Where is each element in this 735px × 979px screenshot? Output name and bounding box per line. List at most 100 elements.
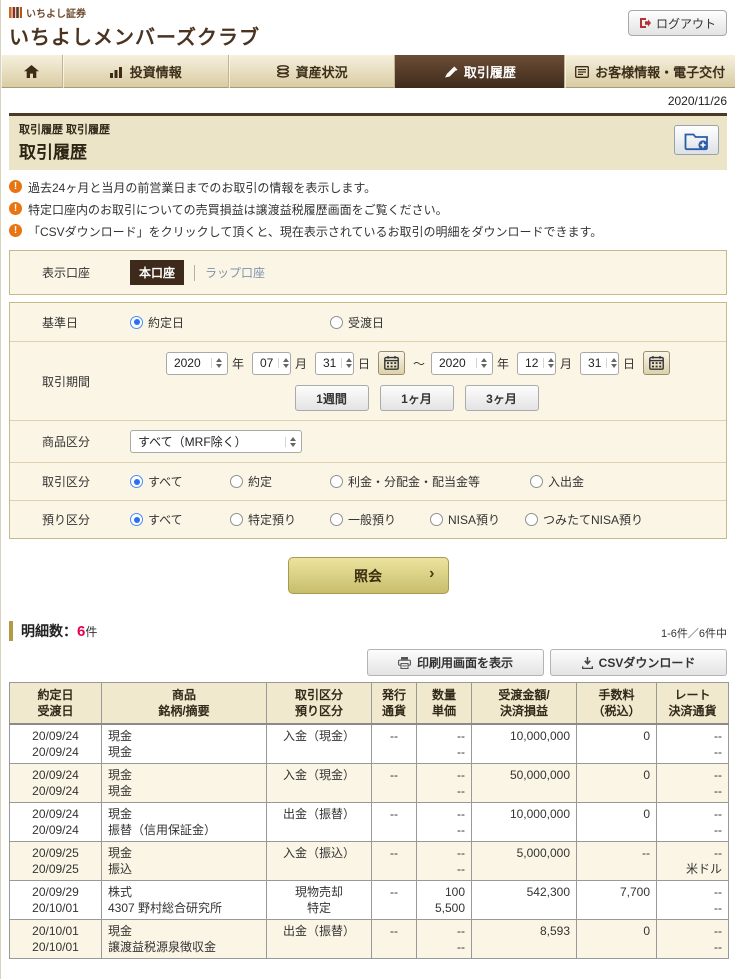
- exclamation-icon: [9, 224, 22, 237]
- table-header-cell: 発行通貨: [372, 683, 417, 725]
- radio-trade-all[interactable]: すべて: [130, 473, 230, 490]
- product-value: すべて（MRF除く）: [138, 433, 247, 450]
- radio-label: 利金・分配金・配当金等: [348, 473, 480, 490]
- table-cell: --米ドル: [657, 842, 729, 881]
- day-unit: 日: [623, 355, 635, 372]
- results-header: 明細数：6件 1-6件／6件中: [9, 621, 727, 641]
- year-unit: 年: [497, 355, 509, 372]
- radio-icon: [230, 513, 243, 526]
- to-year-value: 2020: [439, 356, 466, 370]
- logout-button[interactable]: ログアウト: [628, 10, 727, 36]
- document-card-icon: [575, 66, 589, 78]
- account-row: 表示口座 本口座 ラップ口座: [10, 251, 726, 294]
- product-select[interactable]: すべて（MRF除く）: [130, 430, 302, 453]
- table-cell: --: [372, 920, 417, 959]
- note-text: 過去24ヶ月と当月の前営業日までのお取引の情報を表示します。: [28, 179, 376, 196]
- radio-label: 約定日: [148, 314, 184, 331]
- nav-tab-history[interactable]: 取引履歴: [395, 55, 565, 88]
- exclamation-icon: [9, 202, 22, 215]
- product-label: 商品区分: [42, 433, 130, 450]
- brand-title: いちよしメンバーズクラブ: [9, 21, 727, 50]
- radio-label: 受渡日: [348, 314, 384, 331]
- table-header-cell: 取引区分預り区分: [267, 683, 372, 725]
- csv-download-button[interactable]: CSVダウンロード: [550, 649, 727, 676]
- table-row: 20/09/2420/09/24現金現金入金（現金）------50,000,0…: [10, 764, 729, 803]
- submit-area: 照会: [1, 546, 735, 594]
- to-month-select[interactable]: 12: [517, 352, 556, 375]
- search-submit-button[interactable]: 照会: [288, 557, 449, 594]
- period-1week-button[interactable]: 1週間: [295, 385, 369, 411]
- from-calendar-button[interactable]: [378, 351, 405, 375]
- radio-base-date-ukewatashi[interactable]: 受渡日: [330, 314, 384, 331]
- table-cell: ----: [417, 724, 472, 764]
- table-cell: 現金譲渡益税源泉徴収金: [102, 920, 267, 959]
- title-band: 取引履歴 取引履歴 取引履歴: [9, 113, 727, 170]
- table-cell: ----: [417, 764, 472, 803]
- nav-tab-invest[interactable]: 投資情報: [63, 55, 229, 88]
- divider: [194, 265, 195, 281]
- main-account-tab[interactable]: 本口座: [130, 260, 184, 285]
- nav-tab-assets[interactable]: 資産状況: [229, 55, 396, 88]
- pen-icon: [444, 66, 458, 78]
- table-cell: 7,700: [577, 881, 657, 920]
- nav-tab-home[interactable]: [1, 55, 63, 88]
- print-view-button[interactable]: 印刷用画面を表示: [367, 649, 544, 676]
- to-calendar-button[interactable]: [643, 351, 670, 375]
- detail-count: 明細数：6件: [9, 621, 97, 641]
- table-cell: 1005,500: [417, 881, 472, 920]
- table-cell: 20/10/0120/10/01: [10, 920, 102, 959]
- radio-deposit-all[interactable]: すべて: [130, 511, 230, 528]
- from-day-select[interactable]: 31: [315, 352, 354, 375]
- table-cell: 20/09/2420/09/24: [10, 803, 102, 842]
- table-cell: 出金（振替）: [267, 803, 372, 842]
- radio-icon: [330, 316, 343, 329]
- table-header-cell: 商品銘柄/摘要: [102, 683, 267, 725]
- note-text: 「CSVダウンロード」をクリックして頂くと、現在表示されているお取引の明細をダウ…: [28, 223, 602, 240]
- radio-deposit-tokutei[interactable]: 特定預り: [230, 511, 330, 528]
- printer-icon: [398, 657, 411, 669]
- folder-add-button[interactable]: [674, 125, 719, 155]
- radio-trade-deposit-withdraw[interactable]: 入出金: [530, 473, 584, 490]
- calendar-icon: [649, 356, 664, 370]
- radio-label: 一般預り: [348, 511, 396, 528]
- brand-stripes-icon: [9, 7, 22, 18]
- radio-trade-dividends[interactable]: 利金・分配金・配当金等: [330, 473, 530, 490]
- table-cell: 出金（振替）: [267, 920, 372, 959]
- logout-icon: [639, 17, 651, 29]
- radio-deposit-tsumitate-nisa[interactable]: つみたてNISA預り: [525, 511, 643, 528]
- period-1month-button[interactable]: 1ヶ月: [380, 385, 454, 411]
- account-filter-box: 表示口座 本口座 ラップ口座: [9, 250, 727, 295]
- note-line: 「CSVダウンロード」をクリックして頂くと、現在表示されているお取引の明細をダウ…: [9, 223, 727, 240]
- from-year-select[interactable]: 2020: [166, 352, 228, 375]
- to-year-select[interactable]: 2020: [431, 352, 493, 375]
- radio-deposit-nisa[interactable]: NISA預り: [430, 511, 525, 528]
- note-text: 特定口座内のお取引についての売買損益は譲渡益税履歴画面をご覧ください。: [28, 201, 448, 218]
- radio-deposit-ippan[interactable]: 一般預り: [330, 511, 430, 528]
- to-day-select[interactable]: 31: [580, 352, 619, 375]
- table-cell: ----: [657, 881, 729, 920]
- table-header-row: 約定日受渡日商品銘柄/摘要取引区分預り区分発行通貨数量単価受渡金額/決済損益手数…: [10, 683, 729, 725]
- table-cell: 542,300: [472, 881, 577, 920]
- nav-tab-customer[interactable]: お客様情報・電子交付: [565, 55, 735, 88]
- table-header-cell: 手数料（税込）: [577, 683, 657, 725]
- table-header-cell: 約定日受渡日: [10, 683, 102, 725]
- radio-base-date-yakujo[interactable]: 約定日: [130, 314, 330, 331]
- main-nav: 投資情報 資産状況 取引履歴 お客様情報・電子交付: [1, 55, 735, 88]
- table-cell: --: [577, 842, 657, 881]
- select-arrows-icon: [476, 358, 487, 368]
- table-cell: ----: [417, 920, 472, 959]
- table-cell: --: [372, 803, 417, 842]
- wrap-account-link[interactable]: ラップ口座: [205, 264, 265, 281]
- folder-plus-icon: [683, 130, 710, 151]
- from-month-select[interactable]: 07: [252, 352, 291, 375]
- range-text: 1-6件／6件中: [661, 625, 727, 641]
- table-cell: ----: [417, 842, 472, 881]
- table-row: 20/09/2420/09/24現金現金入金（現金）------10,000,0…: [10, 724, 729, 764]
- period-3month-button[interactable]: 3ヶ月: [465, 385, 539, 411]
- to-month-value: 12: [525, 356, 538, 370]
- radio-trade-yakujo[interactable]: 約定: [230, 473, 330, 490]
- table-cell: 5,000,000: [472, 842, 577, 881]
- table-row: 20/09/2520/09/25現金振込入金（振込）------5,000,00…: [10, 842, 729, 881]
- note-line: 特定口座内のお取引についての売買損益は譲渡益税履歴画面をご覧ください。: [9, 201, 727, 218]
- table-cell: --: [372, 724, 417, 764]
